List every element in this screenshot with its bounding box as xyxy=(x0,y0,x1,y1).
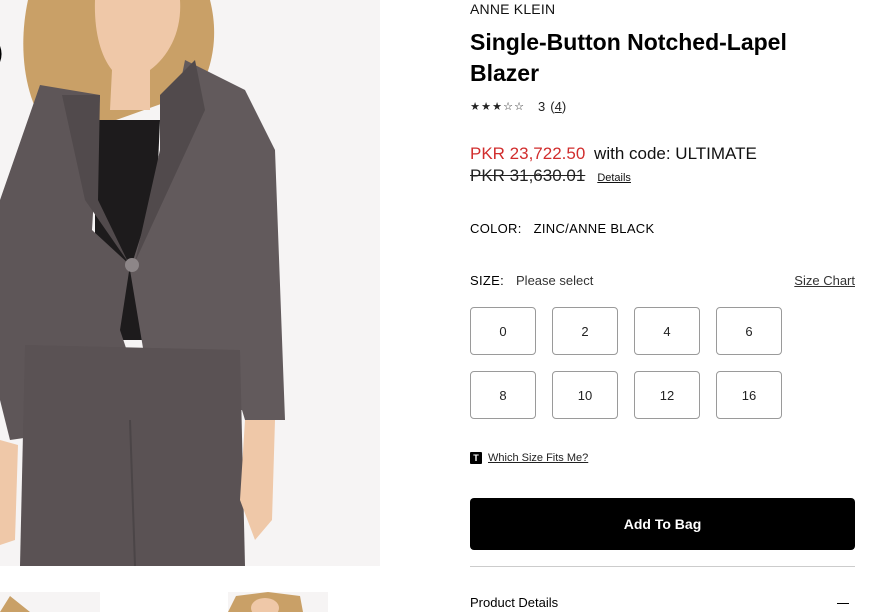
star-icon: ★ xyxy=(470,101,480,113)
star-icon: ★ xyxy=(492,101,502,113)
product-details-label: Product Details xyxy=(470,595,559,610)
review-count-link[interactable]: 4 xyxy=(555,99,562,114)
size-option-12[interactable]: 12 xyxy=(634,371,700,419)
price-details-link[interactable]: Details xyxy=(597,172,631,184)
star-icon: ★ xyxy=(481,101,491,113)
which-size-fits-link[interactable]: Which Size Fits Me? xyxy=(488,452,588,464)
thumbnail-2[interactable] xyxy=(228,592,328,612)
original-price: PKR 31,630.01 xyxy=(470,166,586,185)
carousel-prev-icon[interactable] xyxy=(0,34,12,74)
size-hint: Please select xyxy=(516,273,594,288)
review-count-close: ) xyxy=(561,99,567,114)
size-option-10[interactable]: 10 xyxy=(552,371,618,419)
color-value: ZINC/ANNE BLACK xyxy=(533,221,655,236)
color-label: COLOR: xyxy=(470,221,522,236)
product-details-accordion[interactable]: Product Details xyxy=(470,595,855,610)
original-price-line: PKR 31,630.01 Details xyxy=(470,166,631,186)
size-option-2[interactable]: 2 xyxy=(552,307,618,355)
true-fit-icon: T xyxy=(470,452,482,464)
blazer-photo xyxy=(0,0,285,566)
fit-finder[interactable]: T Which Size Fits Me? xyxy=(470,452,588,464)
color-selection: COLOR: ZINC/ANNE BLACK xyxy=(470,221,654,236)
add-to-bag-button[interactable]: Add To Bag xyxy=(470,498,855,550)
size-label: SIZE: xyxy=(470,273,505,288)
thumbnail-1[interactable] xyxy=(0,592,100,612)
promo-code-text: with code: ULTIMATE xyxy=(594,144,757,163)
review-count[interactable]: (4) xyxy=(550,99,566,114)
size-option-4[interactable]: 4 xyxy=(634,307,700,355)
product-image[interactable] xyxy=(0,0,380,566)
size-chart-link[interactable]: Size Chart xyxy=(794,273,855,288)
rating-value: 3 xyxy=(538,99,546,114)
product-title: Single-Button Notched-Lapel Blazer xyxy=(470,29,787,86)
star-icon: ☆ xyxy=(503,101,513,113)
size-option-6[interactable]: 6 xyxy=(716,307,782,355)
size-option-0[interactable]: 0 xyxy=(470,307,536,355)
size-option-16[interactable]: 16 xyxy=(716,371,782,419)
star-icon: ☆ xyxy=(514,101,524,113)
sale-price-line: PKR 23,722.50 with code: ULTIMATE xyxy=(470,144,757,164)
rating-summary[interactable]: ★ ★ ★ ☆ ☆ 3 (4) xyxy=(470,99,566,114)
collapse-minus-icon[interactable] xyxy=(837,603,849,604)
brand-name[interactable]: ANNE KLEIN xyxy=(470,1,555,17)
rating-stars: ★ ★ ★ ☆ ☆ xyxy=(470,100,524,113)
divider xyxy=(470,566,855,567)
size-options: 0 2 4 6 8 10 12 16 xyxy=(470,307,790,419)
size-header: SIZE: Please select Size Chart xyxy=(470,273,855,288)
size-option-8[interactable]: 8 xyxy=(470,371,536,419)
sale-price: PKR 23,722.50 xyxy=(470,144,586,163)
